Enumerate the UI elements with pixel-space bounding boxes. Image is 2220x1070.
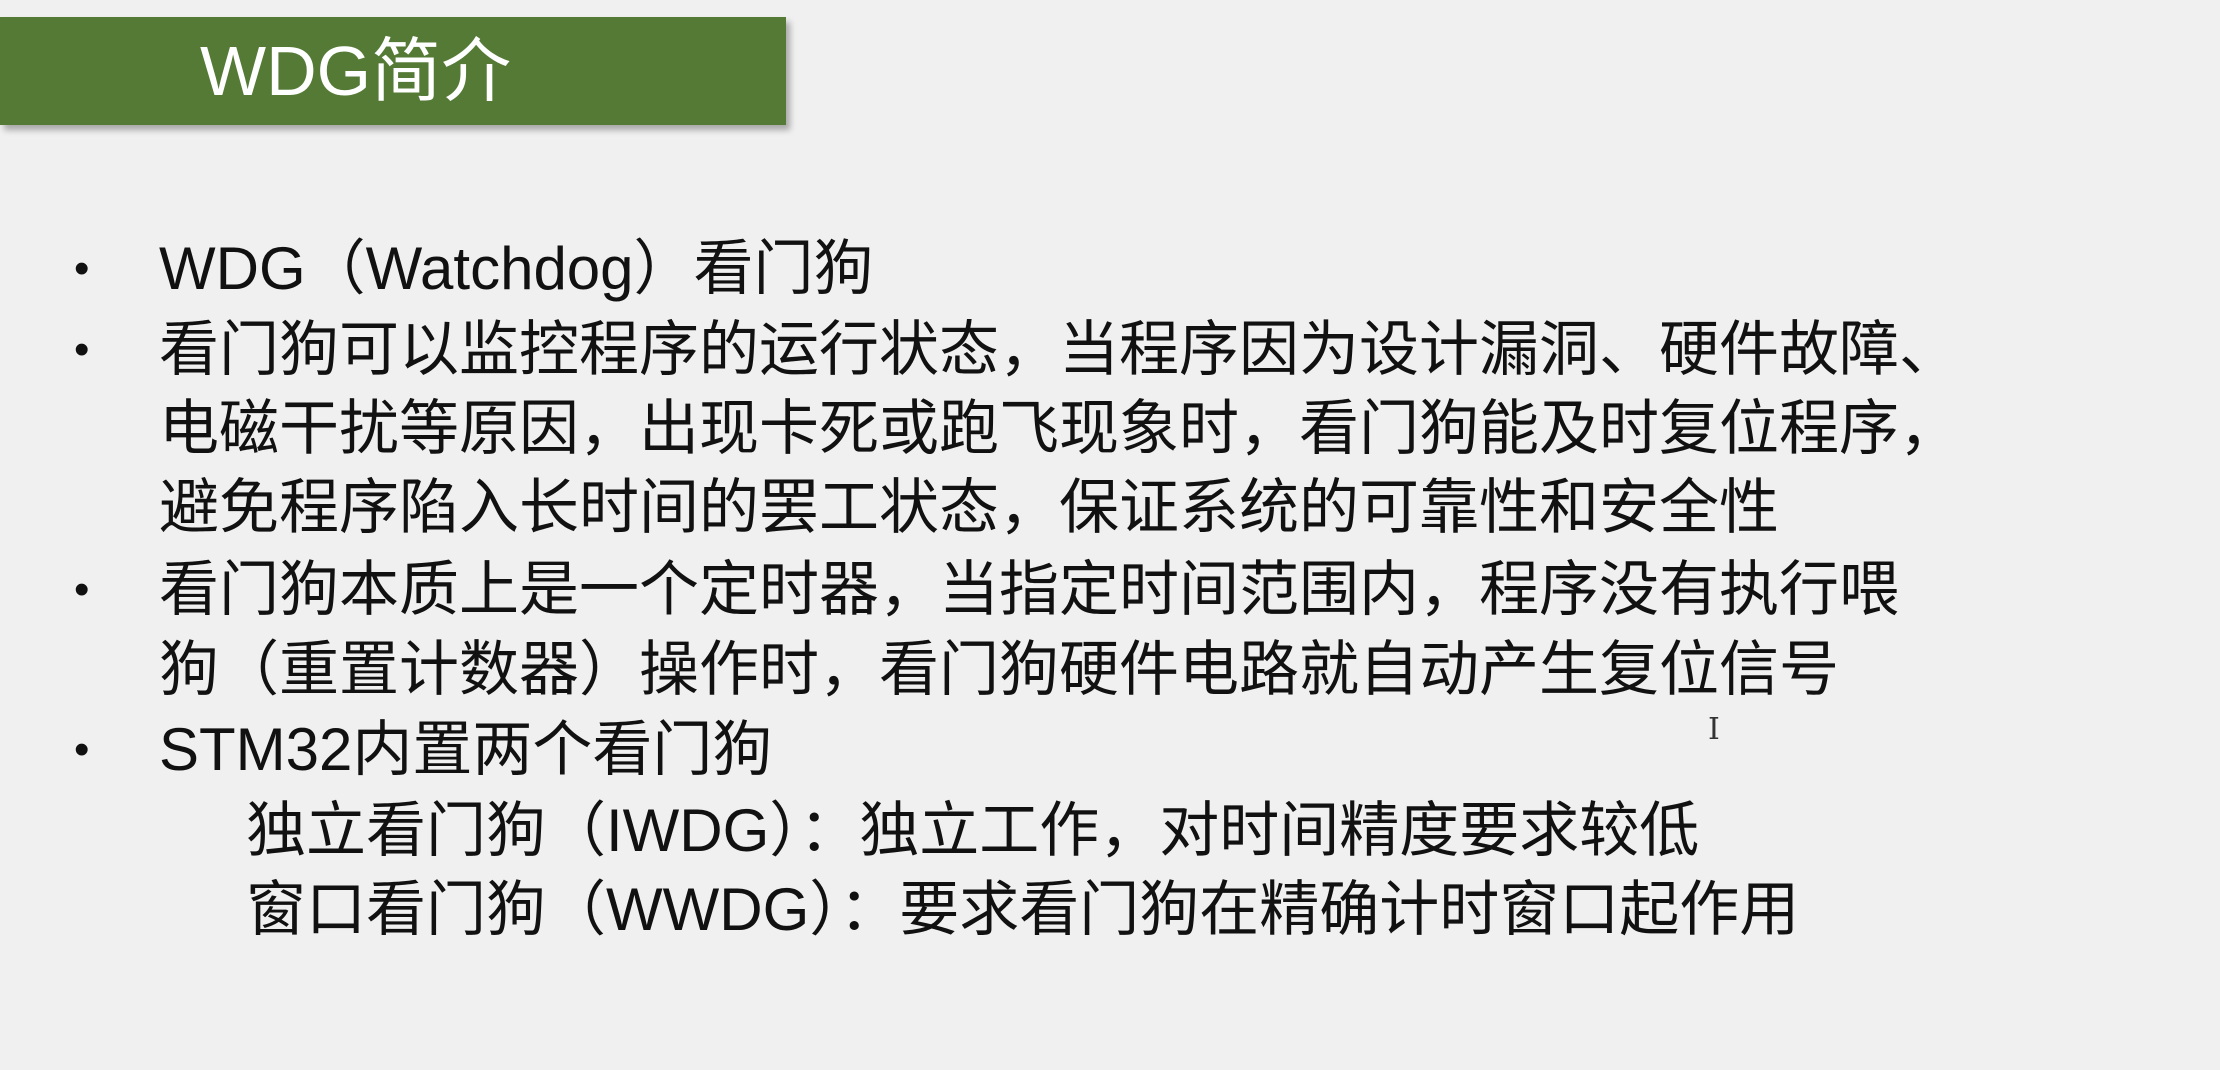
- bullet-1-line-1: WDG（Watchdog）看门狗: [159, 235, 874, 302]
- slide-title: WDG简介: [200, 32, 512, 110]
- bullet-2-line-1: 看门狗可以监控程序的运行状态，当程序因为设计漏洞、硬件故障、: [159, 316, 1959, 383]
- bullet-icon: •: [74, 725, 90, 774]
- bullet-icon: •: [74, 244, 90, 293]
- sub-item-wwdg: 窗口看门狗（WWDG）：要求看门狗在精确计时窗口起作用: [246, 876, 1800, 943]
- bullet-3-line-1: 看门狗本质上是一个定时器，当指定时间范围内，程序没有执行喂: [159, 556, 1899, 623]
- slide-title-bar: WDG简介: [0, 17, 786, 125]
- bullet-3-line-2: 狗（重置计数器）操作时，看门狗硬件电路就自动产生复位信号: [159, 636, 1839, 703]
- bullet-icon: •: [74, 565, 90, 614]
- text-cursor-icon: I: [1708, 712, 1720, 747]
- bullet-icon: •: [74, 325, 90, 374]
- bullet-4-line-1: STM32内置两个看门狗: [159, 716, 773, 783]
- bullet-2-line-3: 避免程序陷入长时间的罢工状态，保证系统的可靠性和安全性: [159, 474, 1779, 541]
- bullet-2-line-2: 电磁干扰等原因，出现卡死或跑飞现象时，看门狗能及时复位程序，: [159, 395, 1959, 462]
- sub-item-iwdg: 独立看门狗（IWDG）：独立工作，对时间精度要求较低: [246, 797, 1700, 864]
